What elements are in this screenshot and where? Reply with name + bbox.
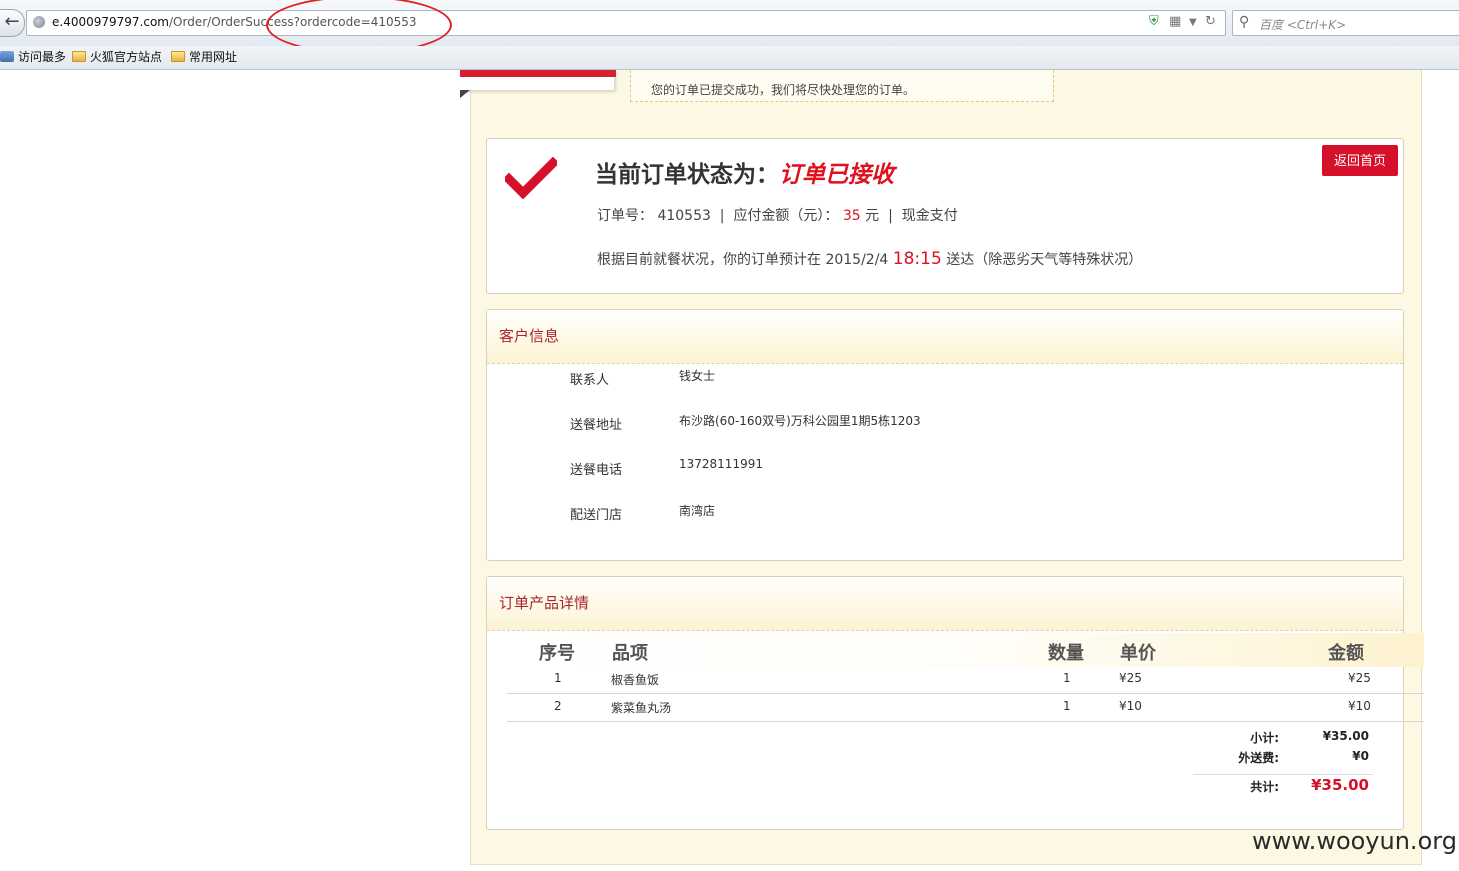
bookmark-common-sites[interactable]: 常用网址 bbox=[171, 49, 237, 65]
url-text[interactable]: e.4000979797.com/Order/OrderSuccess?orde… bbox=[52, 15, 417, 29]
reload-icon[interactable]: ↻ bbox=[1205, 14, 1216, 30]
customer-info-header: 客户信息 bbox=[487, 310, 1403, 364]
order-status-card: 当前订单状态为：订单已接收 订单号： 410553 | 应付金额（元）： 35 … bbox=[486, 138, 1404, 294]
subtotal-label: 小计: bbox=[1250, 731, 1279, 745]
order-notice: 您的订单已提交成功，我们将尽快处理您的订单。 bbox=[630, 70, 1054, 102]
search-placeholder: 百度 <Ctrl+K> bbox=[1259, 18, 1347, 32]
globe-icon bbox=[33, 16, 45, 28]
order-number: 410553 bbox=[657, 208, 711, 224]
back-to-home-button[interactable]: 返回首页 bbox=[1322, 145, 1398, 176]
address-value: 布沙路(60-160双号)万科公园里1期5栋1203 bbox=[679, 414, 921, 428]
order-products-card: 订单产品详情 序号 品项 数量 单价 金额 1 椒香鱼饭 1 ¥25 ¥25 2… bbox=[486, 576, 1424, 830]
bookmark-most-visited[interactable]: 访问最多 bbox=[0, 49, 66, 65]
phone-label: 送餐电话 bbox=[570, 463, 623, 478]
shield-icon[interactable]: ⛨ bbox=[1149, 14, 1159, 30]
checkmark-icon bbox=[505, 157, 557, 200]
phone-value: 13728111991 bbox=[679, 457, 763, 471]
subtotal-value: ¥35.00 bbox=[1322, 729, 1369, 743]
address-bar[interactable]: e.4000979797.com/Order/OrderSuccess?orde… bbox=[26, 10, 1226, 36]
contact-label: 联系人 bbox=[570, 373, 610, 388]
delivery-eta-line: 根据目前就餐状况，你的订单预计在 2015/2/4 18:15 送达（除恶劣天气… bbox=[597, 249, 1143, 269]
order-amount: 35 bbox=[842, 208, 861, 224]
watermark: www.wooyun.org bbox=[1252, 827, 1457, 855]
section-title: 订单产品详情 bbox=[499, 594, 590, 612]
dropdown-arrow-icon[interactable]: ▼ bbox=[1189, 15, 1197, 31]
payment-method: 现金支付 bbox=[901, 208, 958, 224]
folder-icon bbox=[72, 51, 86, 62]
order-status-title: 当前订单状态为：订单已接收 bbox=[595, 162, 894, 188]
folder-icon bbox=[171, 51, 185, 62]
section-title: 客户信息 bbox=[499, 327, 560, 345]
col-item: 品项 bbox=[612, 643, 648, 664]
ribbon-fold bbox=[460, 90, 470, 98]
delivery-time: 18:15 bbox=[892, 249, 942, 269]
total-label: 共计: bbox=[1250, 780, 1279, 794]
col-price: 单价 bbox=[1120, 643, 1156, 664]
contact-value: 钱女士 bbox=[679, 369, 716, 383]
url-host: e.4000979797.com bbox=[52, 15, 169, 29]
ribbon-red-stripe bbox=[460, 70, 616, 77]
delivery-fee-value: ¥0 bbox=[1352, 749, 1369, 763]
address-label: 送餐地址 bbox=[570, 418, 623, 433]
table-header: 序号 品项 数量 单价 金额 bbox=[507, 633, 1424, 667]
store-value: 南湾店 bbox=[679, 504, 716, 518]
search-input[interactable]: ⚲ 百度 <Ctrl+K> bbox=[1232, 10, 1459, 36]
col-qty: 数量 bbox=[1048, 643, 1084, 664]
col-amount: 金额 bbox=[1328, 643, 1364, 664]
summary-divider bbox=[1193, 774, 1373, 775]
search-icon: ⚲ bbox=[1239, 14, 1250, 30]
delivery-fee-label: 外送费: bbox=[1238, 751, 1279, 765]
table-row: 2 紫菜鱼丸汤 1 ¥10 ¥10 bbox=[507, 693, 1424, 722]
store-label: 配送门店 bbox=[570, 508, 623, 523]
browser-toolbar: ← e.4000979797.com/Order/OrderSuccess?or… bbox=[0, 0, 1459, 46]
back-arrow-icon[interactable]: ← bbox=[0, 9, 25, 37]
bookmark-firefox-sites[interactable]: 火狐官方站点 bbox=[72, 49, 162, 65]
order-status-value: 订单已接收 bbox=[779, 162, 894, 188]
products-header: 订单产品详情 bbox=[487, 577, 1403, 631]
url-path: /Order/OrderSuccess?ordercode=410553 bbox=[169, 15, 417, 29]
qr-code-icon[interactable]: ▦ bbox=[1169, 14, 1181, 30]
total-value: ¥35.00 bbox=[1311, 776, 1369, 794]
table-row: 1 椒香鱼饭 1 ¥25 ¥25 bbox=[507, 665, 1424, 694]
notice-text: 您的订单已提交成功，我们将尽快处理您的订单。 bbox=[651, 83, 916, 97]
bookmarks-bar: 访问最多 火狐官方站点 常用网址 bbox=[0, 46, 1459, 70]
order-summary-line: 订单号： 410553 | 应付金额（元）： 35 元 | 现金支付 bbox=[597, 208, 958, 224]
col-no: 序号 bbox=[539, 643, 575, 664]
bookmark-icon bbox=[0, 51, 14, 62]
customer-info-card: 客户信息 联系人 钱女士 送餐地址 布沙路(60-160双号)万科公园里1期5栋… bbox=[486, 309, 1404, 561]
